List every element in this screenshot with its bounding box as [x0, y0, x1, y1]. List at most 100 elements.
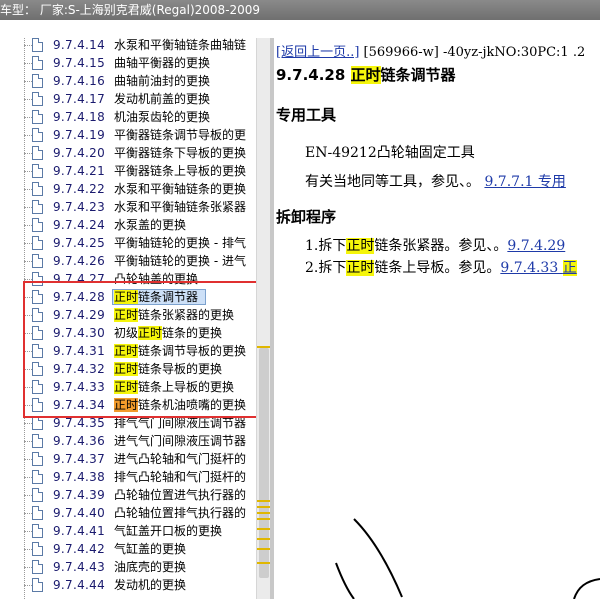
- tree-item[interactable]: 9.7.4.33 正时链条上导板的更换: [0, 378, 256, 396]
- search-hit-marker: [257, 548, 271, 550]
- document-icon: [32, 128, 43, 142]
- back-link[interactable]: [返回上一页..]: [276, 45, 359, 60]
- tree-item[interactable]: 9.7.4.36 进气气门间隙液压调节器: [0, 432, 256, 450]
- tree-connector: [24, 387, 32, 388]
- tree-item[interactable]: 9.7.4.15 曲轴平衡器的更换: [0, 54, 256, 72]
- search-hit-marker: [257, 512, 271, 514]
- tree-connector: [24, 567, 32, 568]
- tree-item-label: 初级正时链条的更换: [114, 324, 222, 342]
- tree-item[interactable]: 9.7.4.42 气缸盖的更换: [0, 540, 256, 558]
- tree-item-label-prefix: 初级: [114, 326, 139, 340]
- document-icon: [32, 524, 43, 538]
- tree-item[interactable]: 9.7.4.29 正时链条张紧器的更换: [0, 306, 256, 324]
- tree-item[interactable]: 9.7.4.22 水泵和平衡轴链条的更换: [0, 180, 256, 198]
- tree-item[interactable]: 9.7.4.24 水泵盖的更换: [0, 216, 256, 234]
- tree-connector: [24, 45, 32, 46]
- document-icon: [32, 218, 43, 232]
- tree-item[interactable]: 9.7.4.23 水泵和平衡轴链条张紧器: [0, 198, 256, 216]
- tree-item[interactable]: 9.7.4.43 油底壳的更换: [0, 558, 256, 576]
- tree-item-selected[interactable]: 9.7.4.28 正时链条调节器: [0, 288, 256, 306]
- tree-item[interactable]: 9.7.4.17 发动机前盖的更换: [0, 90, 256, 108]
- document-icon: [32, 308, 43, 322]
- title-rest: 链条调节器: [380, 66, 456, 84]
- tree-item-label: 水泵和平衡轴链条的更换: [114, 182, 247, 196]
- tree-item[interactable]: 9.7.4.41 气缸盖开口板的更换: [0, 522, 256, 540]
- tree-connector: [24, 297, 32, 298]
- document-icon: [32, 380, 43, 394]
- tree-item-number: 9.7.4.28: [53, 290, 106, 304]
- tree-item[interactable]: 9.7.4.32 正时链条导板的更换: [0, 360, 256, 378]
- document-icon: [32, 488, 43, 502]
- tree-item-number: 9.7.4.32: [53, 362, 106, 376]
- tree-item[interactable]: 9.7.4.35 排气气门间隙液压调节器: [0, 414, 256, 432]
- tree-item[interactable]: 9.7.4.14 水泵和平衡轴链条曲轴链: [0, 38, 256, 54]
- tree-item[interactable]: 9.7.4.39 凸轮轴位置进气执行器的: [0, 486, 256, 504]
- tree-item-label: 正时链条调节导板的更换: [114, 342, 246, 360]
- procedure-section-title: 拆卸程序: [276, 208, 337, 226]
- tree-item[interactable]: 9.7.4.20 平衡器链条下导板的更换: [0, 144, 256, 162]
- tree-item[interactable]: 9.7.4.31 正时链条调节导板的更换: [0, 342, 256, 360]
- document-icon: [32, 452, 43, 466]
- document-icon: [32, 110, 43, 124]
- tree-item[interactable]: 9.7.4.37 进气凸轮轴和气门挺杆的: [0, 450, 256, 468]
- tree-item-label: 凸轮轴位置排气执行器的: [114, 506, 247, 520]
- step-1-link[interactable]: 9.7.4.29: [507, 238, 565, 254]
- tree-item[interactable]: 9.7.4.26 平衡轴链轮的更换 - 进气: [0, 252, 256, 270]
- step-text: 1.拆下: [305, 238, 347, 254]
- document-icon: [32, 326, 43, 340]
- tree-item-number: 9.7.4.37: [53, 452, 106, 466]
- toc-scrollbar[interactable]: [256, 38, 271, 599]
- document-icon: [32, 92, 43, 106]
- tree-item[interactable]: 9.7.4.16 曲轴前油封的更换: [0, 72, 256, 90]
- tree-item-number: 9.7.4.34: [53, 398, 106, 412]
- document-view: [返回上一页..] [569966-w] -40yz-jkNO:30PC:1 .…: [274, 38, 600, 599]
- document-icon: [32, 416, 43, 430]
- step-2-link[interactable]: 9.7.4.33 正: [500, 260, 577, 276]
- special-tools-link[interactable]: 9.7.7.1 专用: [484, 174, 565, 190]
- keyword-highlight: 正时: [114, 380, 139, 394]
- tools-section-title: 专用工具: [276, 106, 337, 124]
- tree-connector: [24, 189, 32, 190]
- tree-item[interactable]: 9.7.4.38 排气凸轮轴和气门挺杆的: [0, 468, 256, 486]
- tree-item-label: 曲轴前油封的更换: [114, 74, 211, 88]
- keyword-highlight: 正: [562, 260, 577, 276]
- tree-item-label: 正时链条张紧器的更换: [114, 306, 234, 324]
- toc-tree[interactable]: 9.7.4.14 水泵和平衡轴链条曲轴链 9.7.4.15 曲轴平衡器的更换 9.7…: [0, 38, 256, 599]
- keyword-highlight-current: 正时: [114, 398, 139, 412]
- document-icon: [32, 398, 43, 412]
- tree-item[interactable]: 9.7.4.27 凸轮轴盖的更换: [0, 270, 256, 288]
- tree-item[interactable]: 9.7.4.25 平衡轴链轮的更换 - 排气: [0, 234, 256, 252]
- tree-item[interactable]: 9.7.4.34 正时链条机油喷嘴的更换: [0, 396, 256, 414]
- tree-item[interactable]: 9.7.4.21 平衡器链条上导板的更换: [0, 162, 256, 180]
- document-icon: [32, 434, 43, 448]
- tree-item-number: 9.7.4.44: [53, 578, 106, 592]
- tree-item-number: 9.7.4.14: [53, 38, 106, 52]
- search-hit-marker: [257, 506, 271, 508]
- tree-item-label: 机油泵齿轮的更换: [114, 110, 211, 124]
- tree-connector: [24, 261, 32, 262]
- document-icon: [32, 290, 43, 304]
- tree-item-label: 曲轴平衡器的更换: [114, 56, 211, 70]
- tree-item-number: 9.7.4.18: [53, 110, 106, 124]
- tree-connector: [24, 423, 32, 424]
- tree-item-label: 正时链条导板的更换: [114, 360, 222, 378]
- tree-item[interactable]: 9.7.4.30 初级正时链条的更换: [0, 324, 256, 342]
- step-text: 链条张紧器。参见、。: [374, 238, 508, 254]
- tree-item[interactable]: 9.7.4.44 发动机的更换: [0, 576, 256, 594]
- tree-item-number: 9.7.4.36: [53, 434, 106, 448]
- tree-item-label: 平衡轴链轮的更换 - 进气: [114, 254, 246, 268]
- tree-item[interactable]: 9.7.4.40 凸轮轴位置排气执行器的: [0, 504, 256, 522]
- document-icon: [32, 542, 43, 556]
- document-icon: [32, 236, 43, 250]
- document-icon: [32, 578, 43, 592]
- window-title: 车型： 厂家:S-上海别克君威(Regal)2008-2009: [0, 3, 261, 17]
- tree-item-label: 气缸盖开口板的更换: [114, 524, 223, 538]
- tree-item-label: 发动机的更换: [114, 578, 187, 592]
- scrollbar-thumb[interactable]: [259, 348, 269, 578]
- tree-item[interactable]: 9.7.4.18 机油泵齿轮的更换: [0, 108, 256, 126]
- document-icon: [32, 182, 43, 196]
- document-icon: [32, 38, 43, 52]
- tree-item[interactable]: 9.7.4.19 平衡器链条调节导板的更: [0, 126, 256, 144]
- tree-item-number: 9.7.4.35: [53, 416, 106, 430]
- tree-connector: [24, 153, 32, 154]
